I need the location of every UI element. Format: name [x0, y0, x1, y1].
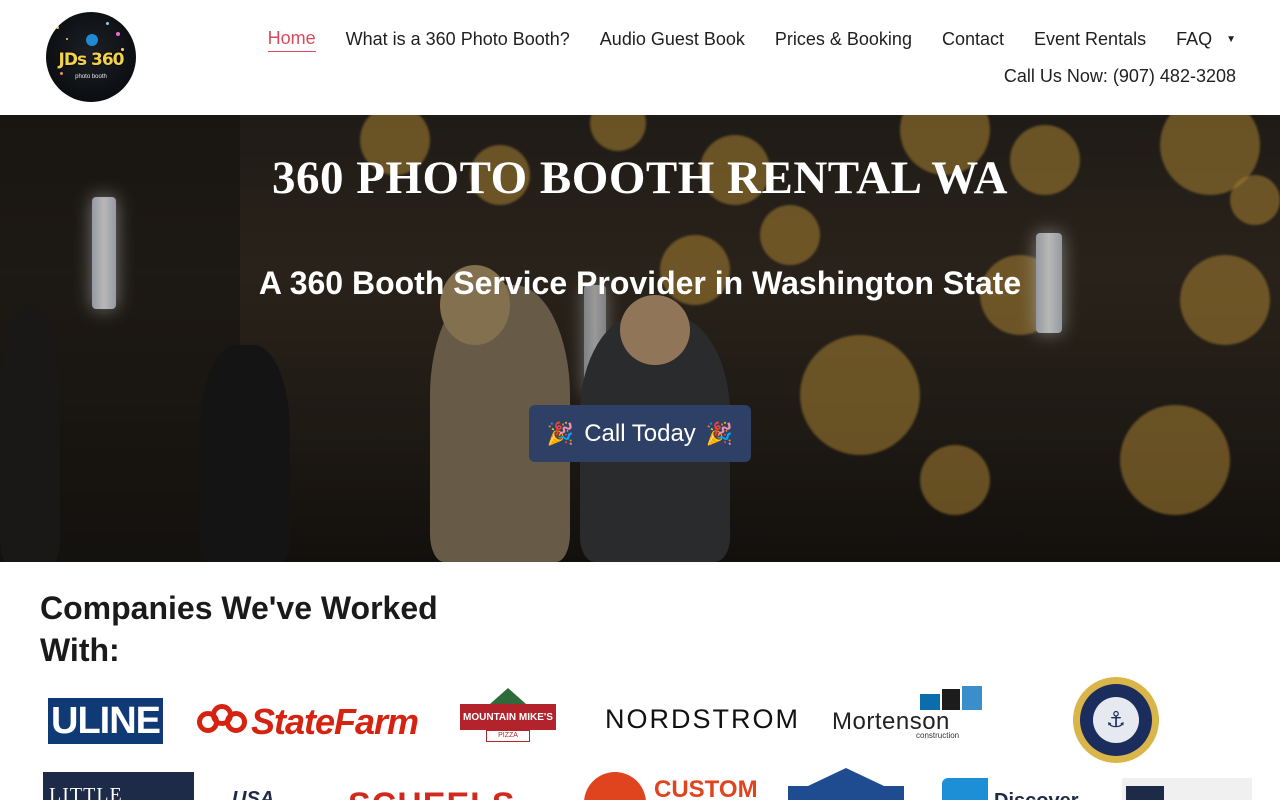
uline-logo: ULINE: [48, 698, 163, 744]
custom-logo: CUSTOM: [584, 770, 758, 800]
lowes-logo: [788, 768, 904, 800]
nav-home[interactable]: Home: [267, 26, 316, 52]
statefarm-rings-icon: [197, 704, 247, 740]
call-us-phone[interactable]: Call Us Now: (907) 482-3208: [1004, 66, 1236, 87]
scheels-logo: SCHEELS: [348, 786, 516, 800]
us-navy-seal-logo: ⚓: [1073, 677, 1159, 763]
house-roof-icon: [808, 768, 884, 786]
call-today-label: Call Today: [584, 419, 696, 447]
statefarm-wordmark: StateFarm: [251, 701, 419, 742]
nav-prices-booking[interactable]: Prices & Booking: [775, 27, 912, 51]
usa-logo: USA: [232, 788, 275, 800]
nordstrom-logo: NORDSTROM: [605, 704, 800, 734]
partner-logo: [1122, 778, 1252, 800]
site-logo[interactable]: JDs 360 photo booth: [46, 12, 136, 102]
hero-banner: 360 PHOTO BOOTH RENTAL WA A 360 Booth Se…: [0, 115, 1280, 562]
eagle-icon: ⚓: [1093, 697, 1139, 743]
main-nav: Home What is a 360 Photo Booth? Audio Gu…: [238, 26, 1236, 52]
logo-text: JDs 360: [58, 50, 125, 70]
nav-audio-guest-book[interactable]: Audio Guest Book: [600, 27, 745, 51]
custom-wordmark: CUSTOM: [654, 776, 758, 800]
discovery-wordmark: Discover: [994, 790, 1079, 800]
mountain-mikes-wordmark: MOUNTAIN MIKE'S: [460, 704, 556, 730]
mortenson-logo: Mortenson construction: [832, 686, 984, 742]
mortenson-blocks-icon: [912, 686, 982, 710]
partner-mark-icon: [1126, 786, 1164, 800]
logo-subtext: photo booth: [75, 74, 107, 80]
mountain-mikes-logo: MOUNTAIN MIKE'S PIZZA: [460, 688, 556, 742]
party-popper-icon: 🎉: [705, 420, 734, 446]
statefarm-logo: StateFarm: [197, 701, 419, 742]
nav-event-rentals[interactable]: Event Rentals: [1034, 27, 1146, 51]
hero-subtitle: A 360 Booth Service Provider in Washingt…: [258, 265, 1022, 301]
discovery-logo: Discover: [942, 778, 1110, 800]
site-header: JDs 360 photo booth Home What is a 360 P…: [0, 0, 1280, 115]
nav-faq[interactable]: FAQ: [1176, 27, 1212, 51]
mortenson-sub: construction: [916, 731, 960, 740]
mountain-mikes-sub: PIZZA: [486, 730, 530, 742]
custom-badge-icon: [584, 772, 646, 800]
chevron-down-icon[interactable]: ▼: [1226, 34, 1236, 45]
discovery-icon: [942, 778, 988, 800]
companies-heading: Companies We've Worked With:: [40, 590, 438, 668]
party-popper-icon: 🎉: [546, 420, 575, 446]
nav-what-is-360[interactable]: What is a 360 Photo Booth?: [346, 27, 570, 51]
nav-contact[interactable]: Contact: [942, 27, 1004, 51]
hero-title: 360 PHOTO BOOTH RENTAL WA: [272, 152, 1008, 204]
mountain-icon: [490, 688, 526, 704]
call-today-button[interactable]: 🎉 Call Today 🎉: [529, 405, 751, 462]
little-creek-logo: LITTLE CREEK: [43, 772, 194, 800]
